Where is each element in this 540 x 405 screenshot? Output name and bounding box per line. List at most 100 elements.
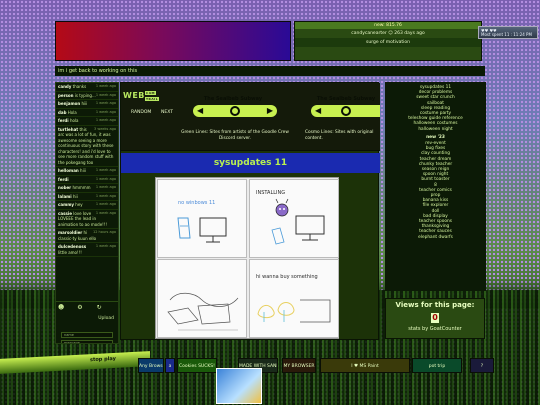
- chat-message: 1 week ago nober hmmmm: [56, 184, 118, 193]
- panel4-caption: hi wanna buy something: [256, 274, 318, 280]
- chat-message: 1 week ago ferdi: [56, 176, 118, 184]
- latest-ago: 263 days ago: [394, 31, 425, 36]
- chat-text: this arc was a lot of fun, it was awesom…: [58, 126, 114, 165]
- chat-message: 1 week ago dab Hola: [56, 109, 118, 117]
- chat-message-list: 1 week ago candy thanks 1 week ago person i…: [56, 83, 118, 257]
- chat-message: 1 week ago benjamon hiii: [56, 100, 118, 109]
- chat-username[interactable]: benjamon: [58, 101, 80, 106]
- badge-button[interactable]: a: [165, 358, 175, 373]
- next-arrow-icon[interactable]: ▶: [267, 106, 273, 116]
- next-link[interactable]: NEXT: [161, 110, 173, 115]
- webring-badge-top: CAM: [145, 91, 157, 95]
- chat-text: hiii: [81, 101, 88, 106]
- chat-message: 1 week ago helloman hiii: [56, 167, 118, 176]
- chat-username[interactable]: person: [58, 93, 74, 98]
- chat-username[interactable]: lalami: [58, 194, 72, 199]
- chat-text: little amo!!!: [58, 249, 82, 255]
- chat-time: 1 week ago: [95, 185, 116, 189]
- view-counter-title: Views for this page:: [395, 301, 475, 309]
- view-counter: Views for this page: 0 stats by GoatCoun…: [385, 298, 485, 339]
- chat-time: 1 week ago: [95, 193, 116, 198]
- clock-widget: ♥♥ ♥♥ Most spent 11 : 11:24 PM: [478, 26, 538, 39]
- archive-link[interactable]: halloween night: [385, 127, 486, 132]
- settings-icon[interactable]: ⚙: [77, 304, 85, 312]
- random-link[interactable]: RANDOM: [131, 110, 151, 115]
- chat-tools: ☻ ⚙ ↻ Upload name message: [56, 301, 118, 343]
- badge-button[interactable]: Any Browser: [138, 358, 164, 373]
- chat-username[interactable]: dulcedenoss: [58, 244, 86, 249]
- chat-time: 1 week ago: [95, 244, 116, 248]
- ring-right-title: The Sealbeb Subway: [316, 96, 376, 102]
- chat-text: hiii: [80, 168, 86, 173]
- shopkeeper-drawing-icon: [257, 299, 331, 323]
- chat-username[interactable]: marsoldier: [58, 230, 82, 235]
- chat-time: 1 week ago: [95, 176, 116, 181]
- chat-username[interactable]: nober: [58, 185, 71, 190]
- latest-update-title: new: 815.76: [295, 22, 481, 29]
- badge-button[interactable]: ?: [470, 358, 494, 373]
- goatcounter-credit[interactable]: stats by GoatCounter: [386, 326, 484, 332]
- chat-time: 1 week ago: [95, 168, 116, 172]
- chat-username[interactable]: dab: [58, 110, 66, 115]
- chat-username[interactable]: helloman: [58, 168, 79, 173]
- ring-right-bar: ◀: [311, 105, 380, 117]
- chat-time: 12 hours ago: [92, 230, 116, 234]
- chat-text: Hola: [67, 109, 77, 115]
- archive-section-head: new '23: [426, 134, 445, 140]
- ring-left-bar: ◀ ▶: [193, 105, 277, 117]
- panel1-caption: no winbows 11: [178, 200, 216, 206]
- chat-time: 1 week ago: [95, 109, 116, 114]
- chat-message: 1 week ago candy thanks: [56, 83, 118, 92]
- station-icon[interactable]: [230, 106, 240, 116]
- chat-time: 1 week ago: [95, 92, 116, 97]
- archive-list-a: sysupdates 11 decor problems sweet star cr…: [385, 85, 486, 132]
- marquee-text: im i get back to working on this: [55, 66, 485, 76]
- post-archive-sidebar: sysupdates 11 decor problems sweet star cr…: [385, 82, 486, 291]
- badge-button[interactable]: I ♥ MS Paint: [320, 358, 410, 373]
- chat-message: 1 week ago cassie love love LOVEEE the le…: [56, 210, 118, 229]
- chat-text: is typing...: [74, 92, 96, 98]
- chatbox: 1 week ago candy thanks 1 week ago person i…: [55, 82, 119, 344]
- chat-username[interactable]: ferdi: [58, 177, 69, 182]
- emoji-icon[interactable]: ☻: [58, 304, 66, 312]
- panel2-caption: INSTALLING: [256, 190, 286, 196]
- chat-text: thanks: [72, 84, 87, 89]
- chat-message: 1 week ago person is typing...: [56, 92, 118, 100]
- comic-panel-1: no winbows 11: [157, 179, 247, 258]
- ring-left-title: The Sealbeb Subway: [203, 96, 263, 102]
- chat-time: 1 week ago: [95, 202, 116, 206]
- webring-badge-bottom: TRAIL: [145, 97, 160, 101]
- archive-link[interactable]: elephant dwarfs: [385, 235, 486, 240]
- latest-update-box: new: 815.76 candycanearter 😐 263 days ag…: [294, 21, 482, 61]
- badge-button[interactable]: Cookies SUCKS!: [177, 358, 217, 373]
- webring-logo[interactable]: WEB CAM TRAIL: [123, 91, 160, 104]
- prev-arrow-icon[interactable]: ◀: [197, 106, 203, 116]
- chat-username[interactable]: cassie: [58, 211, 72, 216]
- chat-username[interactable]: cammy: [58, 202, 74, 207]
- chat-message: 1 week ago cammy hey: [56, 201, 118, 210]
- chat-text: hola: [69, 118, 79, 123]
- widget-line2: Most spent 11 : 11:24 PM: [481, 32, 532, 37]
- refresh-icon[interactable]: ↻: [97, 304, 105, 312]
- upload-button[interactable]: Upload: [98, 316, 114, 321]
- computer-drawing-icon: [177, 217, 227, 243]
- ring-right-desc: Cosmo Lines: Sites with original content…: [305, 130, 374, 141]
- comic-image: no winbows 11 INSTALLING hi wanna buy so…: [155, 177, 339, 339]
- sketch-drawing-icon: [167, 292, 239, 331]
- chat-message: 12 hours ago marsoldier hi classic-ty kuu…: [56, 229, 118, 243]
- view-count: 0: [431, 313, 439, 323]
- chat-name-field[interactable]: name: [61, 332, 113, 338]
- badge-button[interactable]: MY BROWSER: [282, 358, 316, 373]
- chat-username[interactable]: turtlehat: [58, 127, 78, 132]
- badge-button[interactable]: pot trip: [412, 358, 462, 373]
- chat-username[interactable]: ferdi: [58, 118, 69, 123]
- chat-message: 1 week ago ferdi hola: [56, 117, 118, 126]
- chat-message-field[interactable]: message: [61, 340, 113, 343]
- latest-user[interactable]: candycanearter: [351, 31, 386, 36]
- thumbnail-image[interactable]: [216, 368, 262, 404]
- station-icon[interactable]: [340, 106, 351, 116]
- chat-text: hii: [72, 193, 78, 199]
- webring-logo-text: WEB: [123, 91, 145, 100]
- prev-arrow-icon[interactable]: ◀: [315, 106, 321, 116]
- chat-username[interactable]: candy: [58, 84, 71, 89]
